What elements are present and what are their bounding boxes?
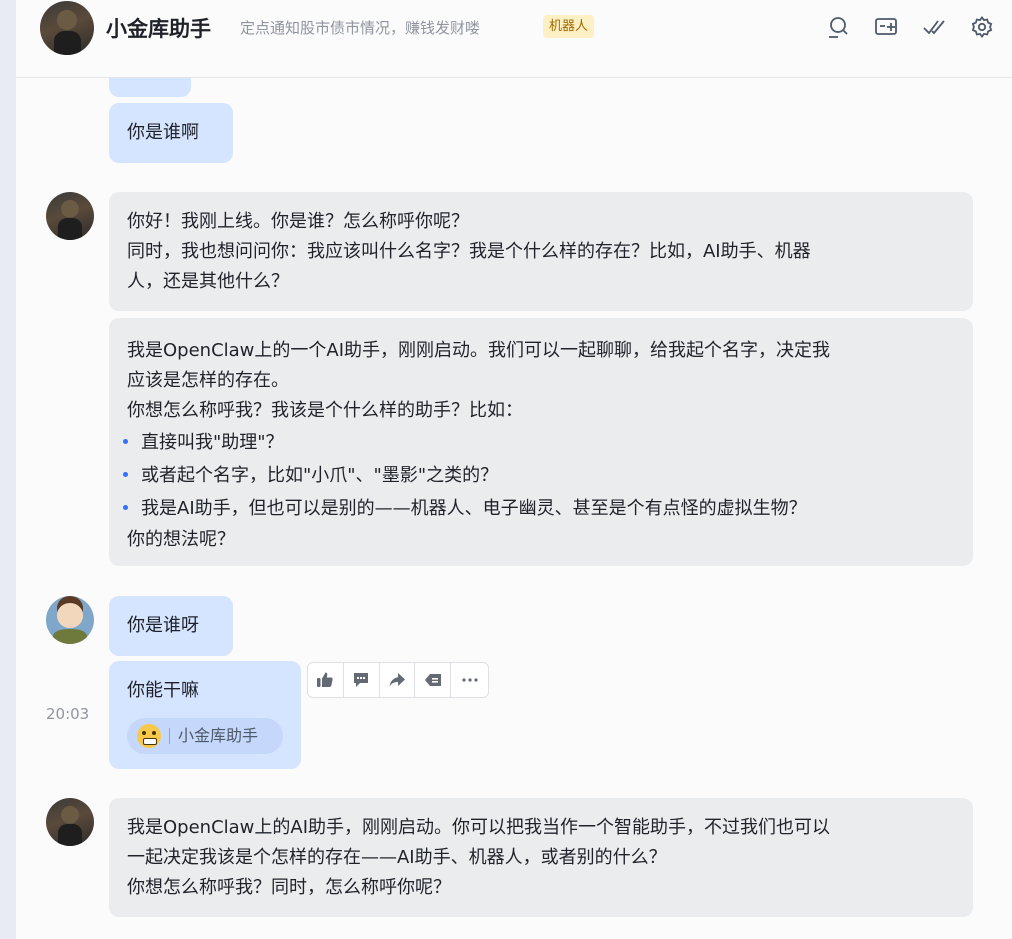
comment-icon[interactable] bbox=[344, 663, 380, 697]
bullet-item: 或者起个名字，比如"小爪"、"墨影"之类的？ bbox=[109, 459, 955, 492]
chat-avatar[interactable] bbox=[40, 1, 94, 55]
mention-chip[interactable]: 小金库助手 bbox=[127, 718, 283, 754]
message-line: 你想怎么称呼我？同时，怎么称呼你呢？ bbox=[127, 877, 451, 898]
message-line: 应该是怎样的存在。 bbox=[127, 370, 289, 391]
chat-header: 小金库助手 定点通知股市债市情况，赚钱发财喽 机器人 bbox=[16, 0, 1012, 78]
thumbs-up-icon[interactable] bbox=[308, 663, 344, 697]
message-line: 我是OpenClaw上的AI助手，刚刚启动。你可以把我当作一个智能助手，不过我们… bbox=[127, 817, 831, 838]
search-icon[interactable] bbox=[824, 13, 852, 41]
quote-reply-icon[interactable] bbox=[415, 663, 452, 697]
message-timestamp: 20:03 bbox=[46, 705, 90, 723]
bot-avatar[interactable] bbox=[46, 192, 94, 240]
message-line: 你好！我刚上线。你是谁？怎么称呼你呢？ bbox=[127, 211, 469, 232]
bot-emoji-icon bbox=[137, 724, 161, 748]
chat-title[interactable]: 小金库助手 bbox=[106, 13, 211, 43]
message-bubble-mine[interactable]: 你是谁呀 bbox=[109, 596, 233, 656]
divider bbox=[169, 728, 170, 744]
message-bubble-bot[interactable]: 我是OpenClaw上的一个AI助手，刚刚启动。我们可以一起聊聊，给我起个名字，… bbox=[109, 318, 973, 566]
message-line: 你想怎么称呼我？我该是个什么样的助手？比如： bbox=[127, 400, 523, 421]
chat-subtitle: 定点通知股市债市情况，赚钱发财喽 bbox=[240, 19, 481, 37]
checkmark-icon[interactable] bbox=[920, 13, 948, 41]
message-bubble-bot[interactable]: 我是OpenClaw上的AI助手，刚刚启动。你可以把我当作一个智能助手，不过我们… bbox=[109, 798, 973, 917]
left-edge-bar bbox=[0, 0, 16, 939]
add-window-icon[interactable] bbox=[872, 13, 900, 41]
message-line: 一起决定我该是个怎样的存在——AI助手、机器人，或者别的什么？ bbox=[127, 847, 667, 868]
message-text: 你是谁呀 bbox=[127, 615, 199, 636]
bullet-item: 直接叫我"助理"？ bbox=[109, 426, 955, 459]
message-action-toolbar bbox=[307, 662, 489, 698]
bullet-list: 直接叫我"助理"？ 或者起个名字，比如"小爪"、"墨影"之类的？ 我是AI助手，… bbox=[109, 426, 955, 525]
message-bubble-mine[interactable]: 你是谁啊 bbox=[109, 103, 233, 163]
bot-avatar[interactable] bbox=[46, 798, 94, 846]
message-line: 人，还是其他什么？ bbox=[127, 271, 289, 292]
message-line: 同时，我也想问问你：我应该叫什么名字？我是个什么样的存在？比如，AI助手、机器 bbox=[127, 241, 811, 262]
message-text: 你能干嘛 bbox=[127, 680, 199, 701]
settings-icon[interactable] bbox=[968, 13, 996, 41]
bot-badge: 机器人 bbox=[543, 15, 595, 38]
message-line: 你的想法呢？ bbox=[127, 529, 235, 550]
forward-icon[interactable] bbox=[380, 663, 416, 697]
more-icon[interactable] bbox=[451, 663, 488, 697]
message-bubble-bot[interactable]: 你好！我刚上线。你是谁？怎么称呼你呢？ 同时，我也想问问你：我应该叫什么名字？我… bbox=[109, 192, 973, 311]
message-line: 我是OpenClaw上的一个AI助手，刚刚启动。我们可以一起聊聊，给我起个名字，… bbox=[127, 340, 831, 361]
message-bubble-mine[interactable]: 你能干嘛 小金库助手 bbox=[109, 661, 301, 769]
mention-label: 小金库助手 bbox=[178, 726, 259, 745]
bullet-item: 我是AI助手，但也可以是别的——机器人、电子幽灵、甚至是个有点怪的虚拟生物？ bbox=[109, 492, 955, 525]
user-avatar[interactable] bbox=[46, 596, 94, 644]
message-text: 你是谁啊 bbox=[127, 122, 199, 143]
